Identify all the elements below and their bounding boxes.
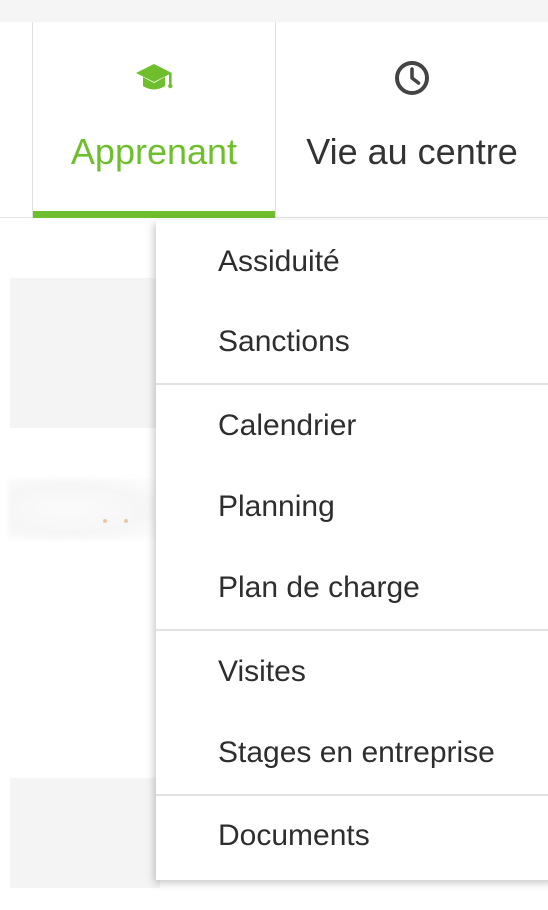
background-panel: [10, 278, 160, 428]
apprenant-dropdown-menu: Assiduité Sanctions Calendrier Planning …: [156, 220, 548, 880]
clock-icon: [390, 58, 434, 98]
menu-item-calendrier[interactable]: Calendrier: [218, 408, 356, 444]
menu-item-assiduite[interactable]: Assiduité: [218, 244, 340, 280]
tab-apprenant[interactable]: Apprenant: [32, 22, 276, 218]
tab-label: Apprenant: [70, 131, 238, 172]
menu-divider: [156, 383, 548, 385]
menu-item-visites[interactable]: Visites: [218, 654, 306, 690]
tab-label: Vie au centre: [306, 131, 518, 172]
menu-item-plan-de-charge[interactable]: Plan de charge: [218, 570, 420, 606]
menu-item-planning[interactable]: Planning: [218, 489, 335, 525]
menu-item-documents[interactable]: Documents: [218, 818, 370, 854]
blurred-content: [8, 478, 163, 540]
menu-item-stages-en-entreprise[interactable]: Stages en entreprise: [218, 735, 495, 771]
graduation-cap-icon: [132, 58, 176, 98]
menu-item-sanctions[interactable]: Sanctions: [218, 324, 350, 360]
blurred-content: [124, 519, 128, 523]
active-tab-indicator: [33, 211, 275, 218]
background-panel: [10, 778, 160, 888]
menu-divider: [156, 629, 548, 631]
left-gutter: [0, 220, 10, 910]
blurred-content: [103, 519, 107, 523]
top-strip: [0, 0, 548, 22]
tab-vie-au-centre[interactable]: Vie au centre: [276, 22, 548, 218]
menu-divider: [156, 794, 548, 796]
